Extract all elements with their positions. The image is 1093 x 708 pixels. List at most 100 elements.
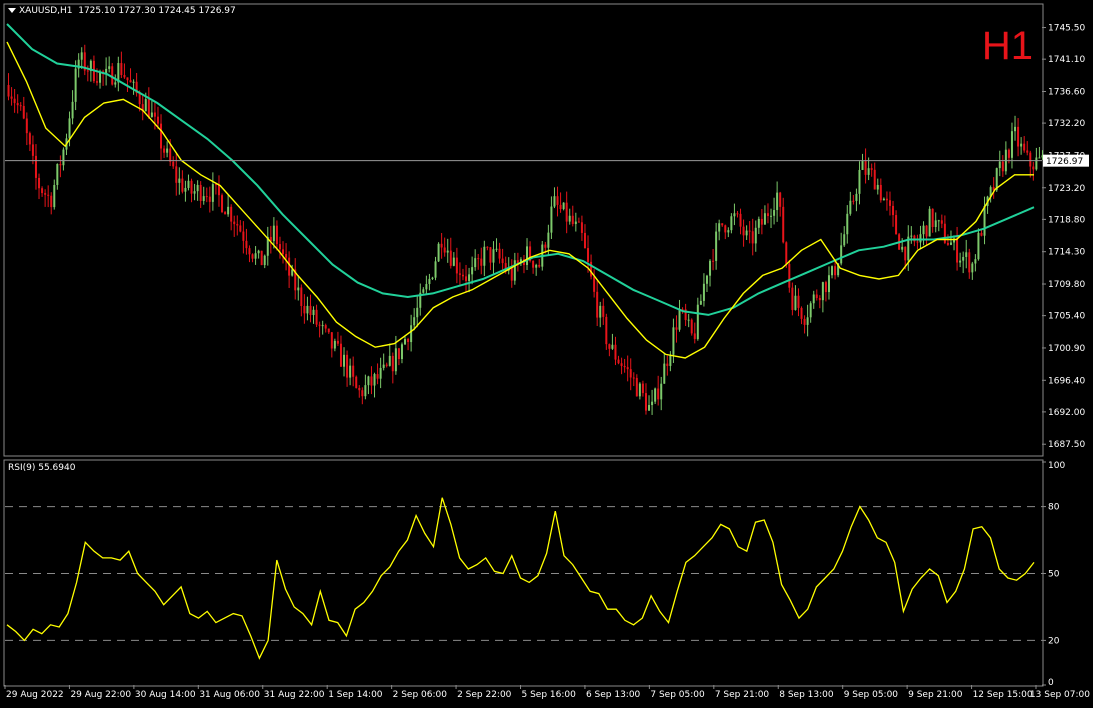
candle-body — [660, 383, 663, 400]
candle-body — [1020, 143, 1023, 147]
candle-body — [187, 180, 190, 188]
candle-body — [318, 324, 321, 326]
candle-body — [550, 206, 553, 233]
candle-body — [608, 344, 611, 349]
candle-body — [358, 387, 361, 391]
candle-body — [437, 243, 440, 262]
candle-body — [480, 258, 483, 266]
candle-body — [547, 232, 550, 248]
candle-body — [263, 255, 266, 266]
candle-body — [593, 276, 596, 292]
candle-body — [596, 291, 599, 318]
candle-body — [632, 377, 635, 379]
candle-body — [766, 213, 769, 217]
candle-body — [22, 105, 25, 119]
time-tick-label: 7 Sep 21:00 — [715, 690, 770, 700]
candle-body — [892, 205, 895, 216]
candle-body — [513, 260, 516, 281]
candle-body — [16, 103, 19, 106]
candle-body — [1029, 152, 1032, 167]
time-tick-label: 31 Aug 06:00 — [199, 690, 260, 700]
candle-body — [346, 354, 349, 378]
candle-body — [651, 401, 654, 406]
price-tick-label: 1718.80 — [1048, 215, 1085, 225]
candle-body — [882, 198, 885, 201]
candle-body — [873, 169, 876, 190]
candle-body — [431, 277, 434, 279]
candle-body — [712, 260, 715, 262]
timeframe-badge: H1 — [981, 24, 1033, 68]
candle-body — [260, 250, 263, 266]
candle-body — [391, 355, 394, 372]
candle-body — [855, 193, 858, 201]
candle-body — [184, 187, 187, 192]
candle-body — [757, 218, 760, 228]
time-tick-label: 9 Sep 05:00 — [844, 690, 899, 700]
current-price-tag-label: 1726.97 — [1046, 157, 1083, 167]
candle-body — [626, 367, 629, 370]
ohlc-low: 1724.45 — [158, 6, 196, 16]
candle-body — [13, 98, 16, 104]
candle-body — [291, 269, 294, 276]
candle-body — [980, 232, 983, 236]
candle-body — [1023, 143, 1026, 151]
candle-body — [68, 118, 71, 139]
candle-body — [672, 327, 675, 355]
candle-body — [940, 220, 943, 224]
candle-body — [336, 340, 339, 344]
candle-body — [577, 221, 580, 223]
candle-body — [465, 276, 468, 281]
candle-body — [132, 81, 135, 83]
candle-body — [163, 148, 166, 153]
candle-body — [178, 178, 181, 183]
candle-body — [754, 227, 757, 244]
candle-body — [321, 325, 324, 327]
candle-body — [489, 247, 492, 263]
candle-body — [285, 254, 288, 258]
candle-body — [394, 348, 397, 372]
candle-body — [663, 363, 666, 384]
candle-body — [644, 393, 647, 411]
candle-body — [785, 242, 788, 264]
candle-body — [239, 225, 242, 232]
candle-body — [736, 213, 739, 215]
candle-body — [175, 166, 178, 183]
candle-body — [800, 307, 803, 319]
candle-body — [791, 287, 794, 310]
candle-body — [59, 164, 62, 166]
candle-body — [193, 191, 196, 194]
candle-body — [861, 160, 864, 170]
candle-body — [699, 300, 702, 305]
candle-body — [968, 252, 971, 273]
candle-body — [959, 260, 962, 263]
candle-body — [349, 365, 352, 378]
time-tick-label: 31 Aug 22:00 — [264, 690, 325, 700]
candle-body — [367, 376, 370, 386]
candle-body — [172, 161, 175, 167]
candlestick-series — [7, 44, 1044, 415]
candle-body — [196, 184, 199, 192]
candle-body — [535, 264, 538, 268]
time-tick-label: 2 Sep 06:00 — [393, 690, 448, 700]
candle-body — [962, 256, 965, 261]
time-tick-label: 30 Aug 14:00 — [135, 690, 196, 700]
dropdown-arrow-icon[interactable] — [8, 8, 16, 13]
candle-body — [123, 75, 126, 78]
price-tick-label: 1741.10 — [1048, 55, 1085, 65]
candle-body — [629, 369, 632, 378]
candle-body — [556, 196, 559, 205]
candle-body — [638, 383, 641, 397]
candle-body — [474, 258, 477, 268]
candle-body — [858, 169, 861, 194]
candle-body — [815, 294, 818, 299]
candle-body — [477, 258, 480, 260]
candle-body — [95, 81, 98, 83]
candle-body — [876, 184, 879, 190]
candle-body — [355, 376, 358, 388]
candle-body — [120, 63, 123, 76]
candle-body — [224, 212, 227, 215]
candle-body — [282, 249, 285, 255]
candle-body — [7, 85, 10, 97]
candle-body — [483, 246, 486, 266]
price-tick-label: 1736.60 — [1048, 87, 1085, 97]
